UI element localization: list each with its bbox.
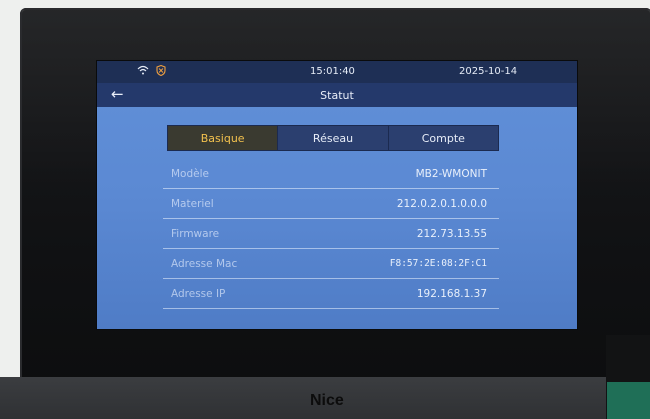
info-value: F8:57:2E:08:2F:C1: [389, 258, 487, 269]
shield-alert-icon: [156, 65, 166, 76]
device-side-accent: [607, 382, 650, 419]
info-label: Adresse Mac: [171, 258, 238, 270]
status-time: 15:01:40: [310, 66, 355, 77]
touchscreen: 15:01:40 2025-10-14 ← Statut Basique Rés…: [96, 60, 578, 330]
info-row-firmware: Firmware 212.73.13.55: [163, 219, 499, 249]
info-label: Modèle: [171, 168, 209, 180]
tab-basique[interactable]: Basique: [168, 126, 279, 150]
info-label: Materiel: [171, 198, 214, 210]
title-bar: ← Statut: [97, 83, 577, 107]
info-value: MB2-WMONIT: [415, 168, 487, 180]
status-date: 2025-10-14: [459, 66, 518, 77]
status-icons: [137, 65, 166, 76]
tab-reseau[interactable]: Réseau: [278, 126, 389, 150]
tab-compte[interactable]: Compte: [389, 126, 498, 150]
info-label: Adresse IP: [171, 288, 226, 300]
tab-bar: Basique Réseau Compte: [167, 125, 499, 151]
info-value: 192.168.1.37: [416, 288, 487, 300]
wifi-icon: [137, 65, 149, 75]
info-row-ip: Adresse IP 192.168.1.37: [163, 279, 499, 309]
brand-logo: Nice: [310, 392, 344, 409]
info-value: 212.0.2.0.1.0.0.0: [396, 198, 487, 210]
status-bar: 15:01:40 2025-10-14: [97, 61, 577, 83]
page-title: Statut: [320, 89, 354, 102]
info-row-hardware: Materiel 212.0.2.0.1.0.0.0: [163, 189, 499, 219]
info-row-model: Modèle MB2-WMONIT: [163, 159, 499, 189]
info-row-mac: Adresse Mac F8:57:2E:08:2F:C1: [163, 249, 499, 279]
info-label: Firmware: [171, 228, 220, 240]
info-value: 212.73.13.55: [416, 228, 487, 240]
info-list: Modèle MB2-WMONIT Materiel 212.0.2.0.1.0…: [163, 159, 499, 309]
device-footer: [0, 377, 610, 419]
